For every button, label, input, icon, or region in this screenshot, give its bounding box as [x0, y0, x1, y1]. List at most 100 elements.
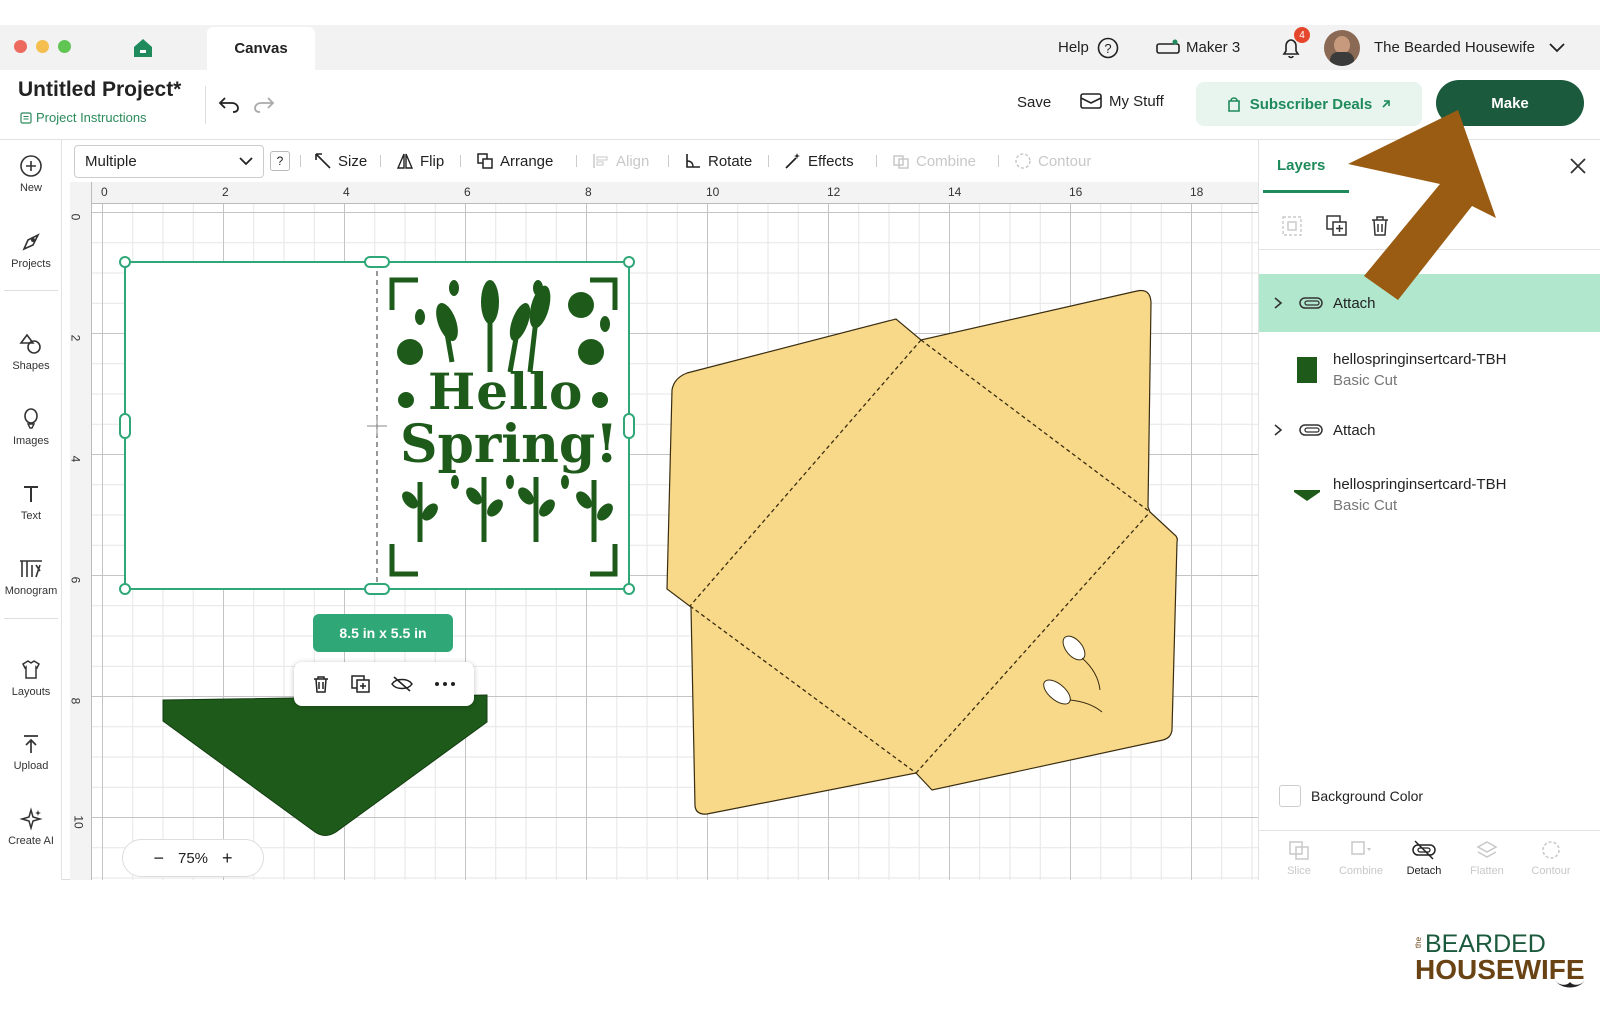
- background-color-row[interactable]: Background Color: [1279, 785, 1423, 807]
- svg-text:?: ?: [1104, 41, 1111, 56]
- machine-selector[interactable]: Maker 3: [1156, 25, 1240, 70]
- operation-select[interactable]: Multiple: [74, 145, 264, 178]
- resize-handle: [623, 583, 635, 595]
- detach-label: Detach: [1406, 865, 1442, 877]
- arrange-label: Arrange: [500, 152, 554, 170]
- divider: [768, 155, 769, 167]
- sidebar-item-text[interactable]: Text: [0, 470, 62, 534]
- detach-button[interactable]: Detach: [1394, 839, 1454, 877]
- close-window-button[interactable]: [14, 40, 27, 53]
- tab-canvas[interactable]: Canvas: [207, 27, 315, 70]
- background-color-swatch[interactable]: [1279, 785, 1301, 807]
- group-icon[interactable]: [1281, 215, 1303, 237]
- layer-thumbnail: [1297, 357, 1317, 383]
- tab-layers[interactable]: Layers: [1277, 157, 1325, 174]
- size-tool[interactable]: Size: [314, 140, 367, 182]
- contour-tool[interactable]: Contour: [1014, 140, 1091, 182]
- sidebar-item-shapes[interactable]: Shapes: [0, 320, 62, 384]
- operation-help-button[interactable]: ?: [270, 151, 290, 171]
- close-panel-button[interactable]: [1569, 154, 1587, 182]
- text-icon: [24, 486, 38, 502]
- more-options-icon[interactable]: [433, 674, 457, 694]
- effects-tool[interactable]: Effects: [784, 140, 854, 182]
- effects-label: Effects: [808, 152, 854, 170]
- contour-label: Contour: [1038, 152, 1092, 170]
- divider: [205, 86, 206, 124]
- layer-thumbnail: [1294, 490, 1320, 501]
- combine-label: Combine: [916, 152, 977, 170]
- sidebar-item-images[interactable]: Images: [0, 395, 62, 459]
- flip-tool[interactable]: Flip: [396, 140, 444, 182]
- redo-button[interactable]: [252, 94, 276, 119]
- slice-button[interactable]: Slice: [1269, 839, 1329, 877]
- sidebar-item-create-ai[interactable]: Create AI: [0, 795, 62, 859]
- my-stuff-button[interactable]: My Stuff: [1080, 92, 1164, 110]
- flatten-button[interactable]: Flatten: [1457, 839, 1517, 877]
- watermark-logo: the BEARDED HOUSEWIFE: [1414, 930, 1590, 995]
- layer-row-liner[interactable]: hellospringinsertcard-TBH Basic Cut: [1259, 465, 1600, 525]
- envelope-shape[interactable]: [666, 289, 1178, 815]
- undo-button[interactable]: [217, 94, 241, 119]
- zoom-in-button[interactable]: +: [222, 848, 233, 869]
- zoom-out-button[interactable]: −: [153, 848, 164, 869]
- monogram-icon: [20, 560, 42, 578]
- divider: [876, 155, 877, 167]
- tag-icon: [1227, 97, 1240, 112]
- flatten-label: Flatten: [1470, 865, 1504, 877]
- trash-icon[interactable]: [311, 674, 331, 694]
- hide-icon[interactable]: [390, 674, 414, 694]
- divider: [380, 155, 381, 167]
- magic-wand-icon: [785, 153, 800, 169]
- slice-label: Slice: [1287, 865, 1311, 877]
- project-title[interactable]: Untitled Project*: [18, 78, 181, 102]
- title-bar: Canvas Help ? Maker 3 4 The Bearded Hous…: [0, 25, 1600, 70]
- design-canvas[interactable]: 0 2 4 6 8 10 12 14 16 18 0 2 4 6 8 10: [70, 182, 1258, 880]
- layer-row-attach-2[interactable]: Attach: [1259, 410, 1600, 450]
- maximize-window-button[interactable]: [58, 40, 71, 53]
- layer-row-card[interactable]: hellospringinsertcard-TBH Basic Cut: [1259, 340, 1600, 400]
- mailbox-icon: [1080, 93, 1102, 109]
- arrange-tool[interactable]: Arrange: [476, 140, 553, 182]
- contour-button[interactable]: Contour: [1521, 839, 1581, 877]
- active-tab-indicator: [1263, 190, 1349, 193]
- align-tool[interactable]: Align: [592, 140, 649, 182]
- save-button[interactable]: Save: [1017, 94, 1051, 111]
- duplicate-icon[interactable]: [350, 674, 372, 694]
- sidebar-item-monogram[interactable]: Monogram: [0, 545, 62, 609]
- sidebar-item-upload[interactable]: Upload: [0, 720, 62, 784]
- resize-handle: [623, 413, 635, 439]
- help-button[interactable]: Help ?: [1058, 25, 1119, 70]
- flip-label: Flip: [420, 152, 445, 170]
- green-envelope-liner-shape[interactable]: [162, 694, 488, 836]
- home-tab[interactable]: [130, 35, 156, 61]
- minimize-window-button[interactable]: [36, 40, 49, 53]
- combine-button[interactable]: Combine: [1331, 839, 1391, 877]
- sidebar-item-new[interactable]: New: [0, 142, 62, 206]
- question-circle-icon: ?: [1097, 37, 1119, 58]
- account-menu[interactable]: The Bearded Housewife: [1324, 25, 1565, 70]
- layer-label: Attach: [1333, 421, 1376, 439]
- layer-operations-bar: Slice Combine Detach Flatten Contour: [1259, 830, 1600, 888]
- resize-handle: [623, 256, 635, 268]
- card-text-hello: Hello: [428, 362, 584, 421]
- notifications-button[interactable]: 4: [1278, 25, 1310, 70]
- rotate-tool[interactable]: Rotate: [684, 140, 752, 182]
- tutorial-arrow-overlay: [1348, 110, 1496, 300]
- machine-label: Maker 3: [1186, 39, 1241, 56]
- chevron-right-icon[interactable]: [1273, 297, 1283, 309]
- flatten-icon: [1476, 841, 1498, 858]
- combine-icon: [1351, 841, 1371, 855]
- resize-handle: [364, 256, 390, 268]
- divider: [4, 290, 58, 291]
- contour-icon: [1542, 841, 1560, 859]
- sidebar-item-label: Layouts: [11, 686, 51, 698]
- chevron-right-icon[interactable]: [1273, 424, 1283, 436]
- combine-tool[interactable]: Combine: [892, 140, 976, 182]
- my-stuff-label: My Stuff: [1109, 92, 1164, 110]
- project-instructions-link[interactable]: Project Instructions: [20, 110, 147, 125]
- sidebar-item-layouts[interactable]: Layouts: [0, 646, 62, 710]
- combine-label: Combine: [1338, 865, 1384, 877]
- cutting-machine-icon: [1156, 39, 1180, 54]
- sidebar-item-projects[interactable]: Projects: [0, 218, 62, 282]
- instructions-icon: [20, 111, 32, 124]
